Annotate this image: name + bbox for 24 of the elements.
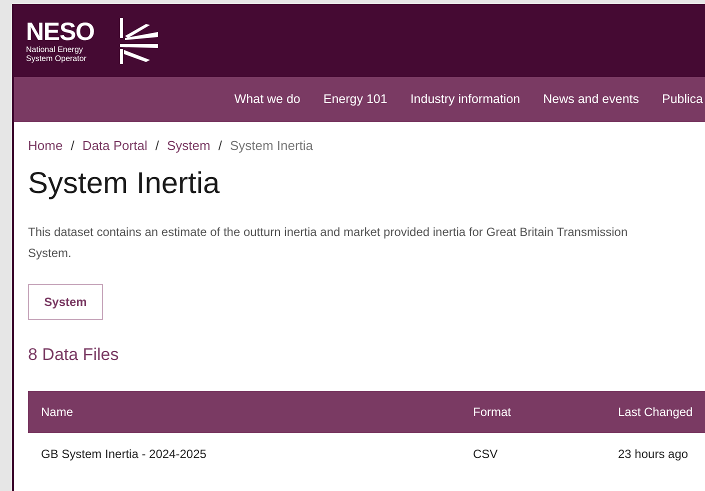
tag-button[interactable]: System <box>28 284 103 320</box>
table-cell: CSV <box>460 433 605 475</box>
nav-link[interactable]: Industry information <box>410 90 520 109</box>
table-cell: 23 hours ago <box>605 433 705 475</box>
nav-link[interactable]: Publica <box>662 90 703 109</box>
breadcrumb-link[interactable]: System <box>166 136 210 156</box>
breadcrumb-separator: / <box>70 137 74 155</box>
breadcrumb-current: System Inertia <box>230 137 314 155</box>
breadcrumb-separator: / <box>218 137 222 155</box>
breadcrumb-separator: / <box>155 137 159 155</box>
files-heading: 8 Data Files <box>28 344 120 366</box>
dataset-description: This dataset contains an estimate of the outturn inertia and market provided inertia for Great Britain Transmission System. <box>28 224 629 262</box>
nav-link[interactable]: What we do <box>234 90 300 109</box>
column-header: Name <box>28 391 460 433</box>
logo-tagline: National Energy System Operator <box>26 44 88 62</box>
page-title: System Inertia <box>28 166 221 202</box>
nav-link[interactable]: News and events <box>543 90 639 109</box>
breadcrumb-link[interactable]: Home <box>28 136 63 156</box>
logo-wordmark: NESO <box>26 18 96 44</box>
table-cell: GB System Inertia - 2024-2025 <box>28 433 460 475</box>
column-header: Format <box>460 391 605 433</box>
column-header: Last Changed <box>605 391 705 433</box>
breadcrumb-link[interactable]: Data Portal <box>82 136 148 156</box>
nav-link[interactable]: Energy 101 <box>323 90 388 109</box>
